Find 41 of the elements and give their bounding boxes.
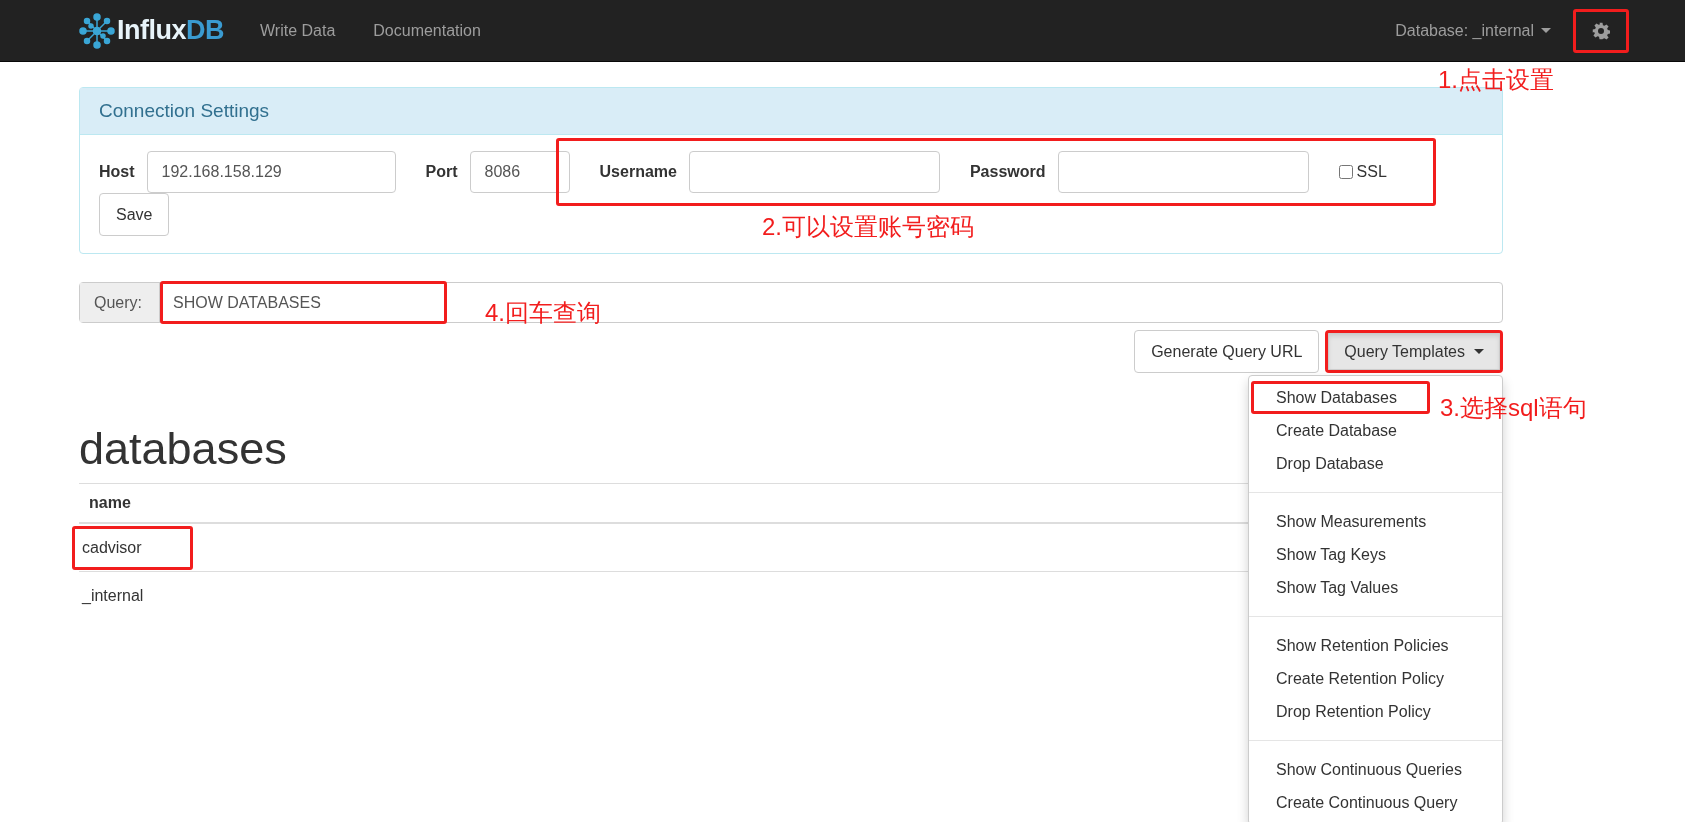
menu-item[interactable]: Show Tag Values <box>1251 571 1424 604</box>
field-label: Port <box>425 163 458 181</box>
annotation-text: 4.回车查询 <box>485 298 601 328</box>
username-input[interactable] <box>688 151 940 193</box>
logo-text[interactable]: InfluxDB <box>117 15 224 46</box>
query-templates-button[interactable]: Query Templates <box>1325 330 1503 373</box>
save-button[interactable]: Save <box>99 193 170 236</box>
menu-item[interactable]: Drop Database <box>1251 447 1409 480</box>
query-label: Query: <box>80 283 160 322</box>
field-label: Username <box>599 163 677 181</box>
annotation-text: 1.点击设置 <box>1438 65 1554 95</box>
annotation-text: 3.选择sql语句 <box>1440 393 1587 423</box>
field-label: Host <box>99 163 135 181</box>
result-title: databases <box>79 423 287 475</box>
panel-title: Connection Settings <box>99 100 270 121</box>
annotation-text: 2.可以设置账号密码 <box>762 212 974 242</box>
menu-item[interactable]: Show Measurements <box>1251 505 1452 538</box>
port-input[interactable]: 8086 <box>469 151 570 193</box>
settings-icon <box>1592 21 1610 40</box>
menu-item[interactable]: Show Tag Keys <box>1251 538 1411 571</box>
table-cell-text: _internal <box>80 585 145 606</box>
generate-url-button[interactable]: Generate Query URL <box>1134 330 1320 373</box>
table-cell: cadvisor <box>72 525 193 570</box>
host-input[interactable]: 192.168.158.129 <box>146 151 396 193</box>
query-input[interactable]: SHOW DATABASES <box>160 281 447 324</box>
menu-item[interactable]: Create Database <box>1251 414 1422 447</box>
database-dropdown[interactable]: Database: _internal <box>1395 21 1551 40</box>
checkbox-label: SSL <box>1356 163 1387 181</box>
nav-link[interactable]: Documentation <box>373 21 481 40</box>
menu-item[interactable]: Create Retention Policy <box>1251 662 1470 695</box>
menu-item[interactable]: Create Continuous Query <box>1251 786 1483 819</box>
password-input[interactable] <box>1057 151 1309 193</box>
ssl-checkbox[interactable] <box>1338 165 1353 179</box>
nav-link[interactable]: Write Data <box>260 21 336 40</box>
menu-item[interactable]: Show Continuous Queries <box>1251 753 1487 786</box>
field-label: Password <box>969 163 1046 181</box>
logo-icon <box>79 12 115 49</box>
menu-item[interactable]: Show Retention Policies <box>1251 629 1474 662</box>
menu-item[interactable]: Drop Retention Policy <box>1251 695 1456 728</box>
settings-button[interactable] <box>1573 8 1629 53</box>
menu-item[interactable]: Show Databases <box>1251 381 1430 414</box>
